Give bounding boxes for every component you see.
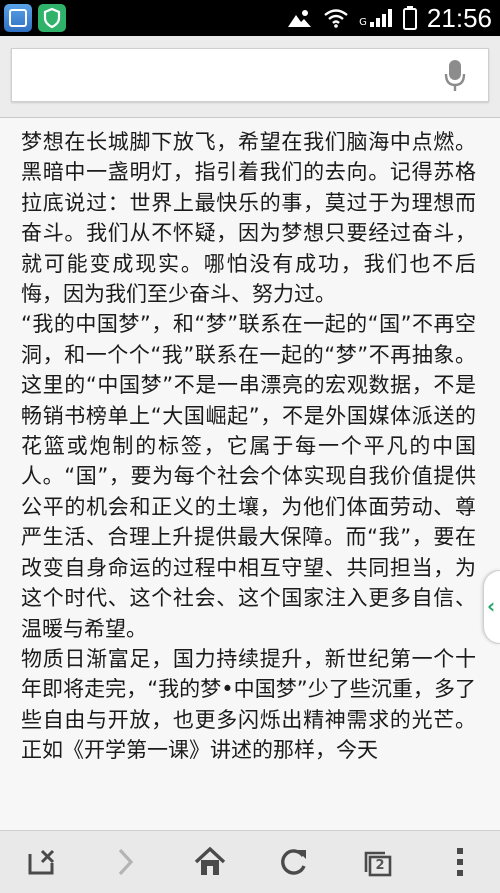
refresh-icon bbox=[281, 849, 306, 875]
article-text: 梦想在长城脚下放飞，希望在我们脑海中点燃。黑暗中一盏明灯，指引着我们的去向。记得… bbox=[21, 127, 476, 766]
article-paragraph: “我的中国梦”，和“梦”联系在一起的“国”不再空洞，和一个个“我”联系在一起的“… bbox=[21, 312, 476, 641]
chevron-left-icon: ‹ bbox=[487, 594, 496, 618]
wifi-icon bbox=[324, 9, 348, 28]
tabs-button[interactable]: 2 bbox=[336, 831, 420, 893]
article-paragraph: 物质日渐富足，国力持续提升，新世纪第一个十年即将走完，“我的梦•中国梦”少了些沉… bbox=[21, 646, 476, 763]
tabs-icon: 2 bbox=[363, 847, 393, 877]
weather-icon bbox=[288, 10, 312, 27]
network-type-label: G bbox=[359, 16, 367, 28]
security-shield-icon[interactable] bbox=[38, 4, 66, 32]
close-tab-button[interactable] bbox=[0, 831, 84, 893]
search-bar-area bbox=[0, 36, 500, 118]
cell-signal-icon bbox=[369, 9, 392, 27]
app-store-icon[interactable] bbox=[4, 4, 32, 32]
home-button[interactable] bbox=[168, 831, 252, 893]
battery-icon bbox=[402, 6, 417, 30]
home-icon bbox=[194, 847, 226, 875]
status-bar: G 21:56 bbox=[0, 0, 500, 36]
refresh-button[interactable] bbox=[252, 831, 336, 893]
microphone-icon[interactable] bbox=[444, 59, 466, 97]
side-panel-handle[interactable]: ‹ bbox=[483, 570, 500, 644]
article-paragraph: 梦想在长城脚下放飞，希望在我们脑海中点燃。黑暗中一盏明灯，指引着我们的去向。记得… bbox=[21, 130, 476, 307]
forward-icon bbox=[118, 848, 134, 876]
bottom-toolbar: 2 bbox=[0, 830, 500, 893]
tab-count-badge: 2 bbox=[375, 858, 385, 873]
page-content[interactable]: 梦想在长城脚下放飞，希望在我们脑海中点燃。黑暗中一盏明灯，指引着我们的去向。记得… bbox=[0, 118, 500, 830]
menu-button[interactable] bbox=[420, 831, 500, 893]
status-time: 21:56 bbox=[426, 2, 492, 33]
close-tab-icon bbox=[28, 849, 55, 875]
search-box[interactable] bbox=[11, 48, 489, 102]
search-input[interactable] bbox=[22, 57, 426, 95]
menu-icon bbox=[457, 848, 463, 876]
forward-button[interactable] bbox=[84, 831, 168, 893]
